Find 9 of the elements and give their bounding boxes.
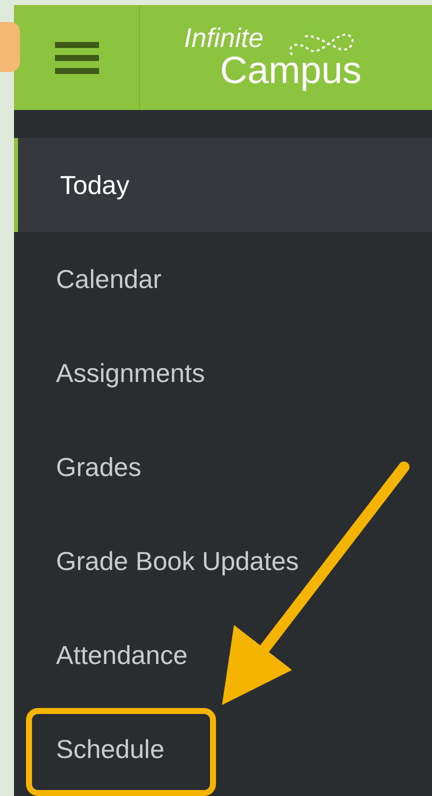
menu-item[interactable]: Today [14, 138, 432, 232]
menu-item[interactable]: Schedule [14, 702, 432, 796]
menu-item[interactable]: Calendar [14, 232, 432, 326]
logo-text: Campus [219, 52, 362, 90]
logo-text: Infinite [184, 25, 264, 52]
menu-item[interactable]: Attendance [14, 608, 432, 702]
menu-item[interactable]: Grades [14, 420, 432, 514]
menu-item[interactable]: Assignments [14, 326, 432, 420]
menu-item[interactable]: Grade Book Updates [14, 514, 432, 608]
